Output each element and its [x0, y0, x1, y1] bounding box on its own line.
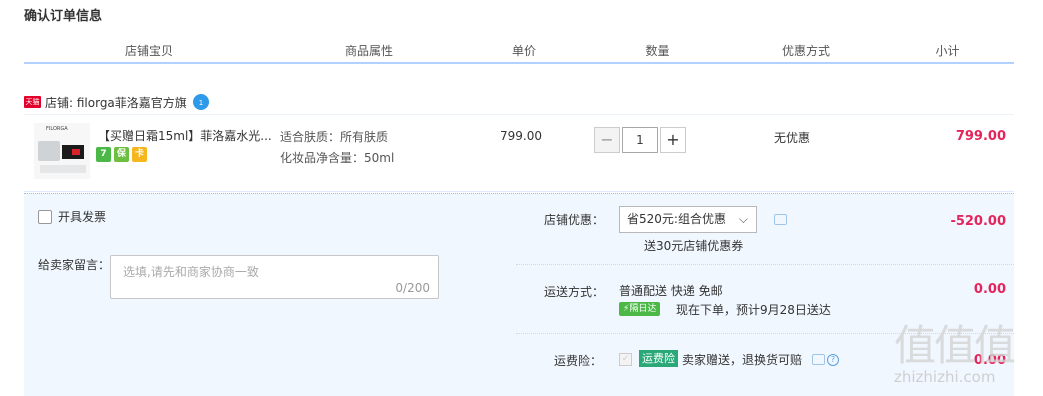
help-icon[interactable]: ? — [827, 354, 839, 366]
product-thumbnail[interactable]: FILORGA — [34, 123, 90, 179]
tmall-badge: 天猫 — [24, 96, 41, 108]
header-divider — [24, 62, 1014, 64]
item-subtotal: 799.00 — [955, 129, 1006, 144]
comment-icon[interactable] — [774, 214, 787, 225]
invoice-checkbox[interactable] — [38, 209, 52, 224]
insurance-note: 卖家赠送，退换货可赔 — [682, 353, 803, 367]
shop-row: 天猫 店铺: filorga菲洛嘉官方旗 1 — [24, 92, 209, 112]
shipping-amount: 0.00 — [973, 282, 1006, 297]
site-watermark: 值值值 zhizhizhi.com — [890, 312, 1040, 392]
shop-name[interactable]: 店铺: filorga菲洛嘉官方旗 — [45, 94, 187, 111]
column-header-subtotal: 小计 — [935, 44, 960, 58]
shop-discount-selected: 省520元:组合优惠 — [627, 212, 726, 226]
page-title: 确认订单信息 — [24, 9, 103, 24]
shipping-method: 普通配送 快递 免邮 — [619, 284, 723, 298]
order-options-panel: 开具发票 给卖家留言： 选填,请先和商家协商一致 0/200 店铺优惠： 省52… — [24, 193, 1014, 396]
shipping-label: 运送方式： — [544, 285, 605, 299]
invoice-label: 开具发票 — [58, 210, 107, 224]
quantity-stepper: − 1 + — [594, 127, 686, 153]
comment-icon[interactable] — [812, 354, 825, 365]
service-icons: 7 保 卡 — [96, 147, 147, 162]
attribute-skin-type: 适合肤质：所有肤质 — [280, 130, 389, 144]
seller-message-counter: 0/200 — [395, 281, 430, 295]
shop-discount-select[interactable]: 省520元:组合优惠 ⌵ — [619, 206, 757, 233]
chevron-down-icon: ⌵ — [738, 212, 748, 226]
quantity-minus-button[interactable]: − — [594, 127, 620, 153]
wangwang-chat-icon[interactable]: 1 — [192, 94, 209, 110]
seven-day-return-icon[interactable]: 7 — [96, 147, 111, 162]
order-options-left: 开具发票 给卖家留言： 选填,请先和商家协商一致 0/200 — [24, 194, 516, 396]
column-header-shop-item: 店铺宝贝 — [124, 44, 173, 58]
next-day-badge: ⚡隔日达 — [619, 302, 661, 316]
watermark-text: zhizhizhi.com — [894, 368, 996, 386]
seller-message-label: 给卖家留言： — [38, 258, 111, 272]
unit-price: 799.00 — [500, 129, 542, 143]
insurance-checkbox[interactable]: ✓ — [619, 353, 632, 366]
column-header-discount: 优惠方式 — [781, 44, 830, 58]
guarantee-icon[interactable]: 保 — [114, 147, 129, 162]
attribute-net-content: 化妆品净含量：50ml — [280, 151, 395, 165]
thumbnail-brand-text: FILORGA — [46, 126, 68, 132]
watermark-logo: 值值值 — [894, 321, 1016, 370]
insurance-label: 运费险： — [554, 354, 603, 368]
shop-discount-amount: -520.00 — [950, 214, 1006, 229]
discount-method: 无优惠 — [774, 131, 811, 145]
seller-message-placeholder: 选填,请先和商家协商一致 — [123, 265, 259, 279]
shipping-eta: 现在下单，预计9月28日送达 — [676, 303, 831, 317]
shop-coupon-note: 送30元店铺优惠券 — [644, 239, 744, 253]
quantity-plus-button[interactable]: + — [660, 127, 686, 153]
credit-card-icon[interactable]: 卡 — [132, 147, 147, 162]
order-table-header: 店铺宝贝 商品属性 单价 数量 优惠方式 小计 — [24, 40, 1014, 64]
invoice-option[interactable]: 开具发票 — [38, 208, 106, 225]
seller-message-textarea[interactable]: 选填,请先和商家协商一致 0/200 — [110, 255, 439, 299]
column-header-quantity: 数量 — [645, 44, 670, 58]
column-header-unit-price: 单价 — [511, 44, 536, 58]
next-day-badge-label: 隔日达 — [629, 304, 657, 314]
shop-discount-label: 店铺优惠： — [544, 213, 605, 227]
insurance-tag: 运费险 — [639, 350, 678, 367]
order-item-row: FILORGA 【买赠日霜15ml】菲洛嘉水光... 7 保 卡 适合肤质：所有… — [24, 114, 1014, 192]
product-title-link[interactable]: 【买赠日霜15ml】菲洛嘉水光... — [98, 127, 273, 144]
quantity-input[interactable]: 1 — [622, 127, 658, 153]
svg-text:1: 1 — [199, 99, 203, 107]
column-header-attributes: 商品属性 — [344, 44, 393, 58]
